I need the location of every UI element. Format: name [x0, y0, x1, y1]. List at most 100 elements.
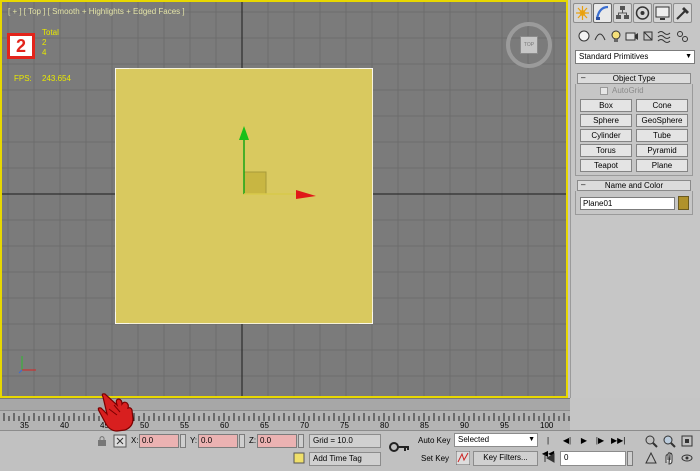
name-color-rollout-header[interactable]: – Name and Color — [577, 180, 691, 191]
torus-button[interactable]: Torus — [580, 144, 632, 157]
status-bar: X: 0.0 Y: 0.0 Z: 0.0 Grid = 10.0 Add Tim… — [0, 430, 700, 471]
hierarchy-icon — [616, 6, 629, 19]
timeline-tick-label: 55 — [180, 421, 189, 430]
object-type-title: Object Type — [612, 74, 656, 83]
display-tab[interactable] — [653, 3, 672, 23]
box-button[interactable]: Box — [580, 99, 632, 112]
checkbox-box — [600, 86, 608, 95]
geosphere-button[interactable]: GeoSphere — [636, 114, 688, 127]
field-of-view-icon[interactable] — [644, 451, 658, 465]
shapes-icon[interactable] — [593, 28, 607, 44]
go-to-start-icon[interactable]: |◀◀ — [541, 434, 555, 458]
geometry-icon[interactable] — [577, 28, 591, 44]
previous-frame-icon[interactable]: ◀| — [560, 434, 574, 448]
create-icon — [576, 6, 589, 20]
zoom-extents-icon[interactable] — [680, 434, 694, 448]
create-tab[interactable] — [573, 3, 592, 23]
timeline-tick-label: 65 — [260, 421, 269, 430]
timeline-tick-label: 60 — [220, 421, 229, 430]
category-dropdown[interactable]: Standard Primitives ▼ — [575, 50, 695, 64]
modify-icon — [595, 5, 609, 20]
x-spinner[interactable] — [180, 434, 186, 448]
dropdown-value: Standard Primitives — [579, 52, 649, 61]
fps-value: 243.654 — [42, 74, 71, 83]
object-type-rollout-header[interactable]: – Object Type — [577, 73, 691, 84]
add-time-tag-button[interactable]: Add Time Tag — [309, 452, 381, 466]
space-warps-icon[interactable] — [657, 28, 671, 44]
frame-spinner[interactable] — [627, 451, 633, 466]
grid-size-display: Grid = 10.0 — [309, 434, 381, 448]
z-coordinate-field[interactable]: 0.0 — [257, 434, 297, 448]
track-bar[interactable]: 35 40 45 50 55 60 65 70 75 80 85 90 95 100 — [0, 410, 570, 430]
move-gizmo[interactable] — [230, 122, 322, 202]
z-label: Z: — [249, 436, 257, 445]
cylinder-button[interactable]: Cylinder — [580, 129, 632, 142]
lights-icon[interactable] — [609, 28, 623, 44]
tube-button[interactable]: Tube — [636, 129, 688, 142]
hierarchy-tab[interactable] — [613, 3, 632, 23]
sphere-button[interactable]: Sphere — [580, 114, 632, 127]
absolute-mode-icon[interactable] — [113, 434, 127, 448]
stats-value-2: 4 — [42, 48, 47, 57]
zoom-icon[interactable] — [644, 434, 658, 448]
key-mode-select[interactable]: Selected ▼ — [454, 433, 538, 447]
fps-label: FPS: — [14, 74, 32, 83]
collapse-icon: – — [581, 180, 586, 189]
timeline-tick-label: 100 — [540, 421, 554, 430]
key-mode-toggle-icon[interactable] — [543, 451, 557, 465]
next-frame-icon[interactable]: |▶ — [593, 434, 607, 448]
plane-button[interactable]: Plane — [636, 159, 688, 172]
x-coordinate-field[interactable]: 0.0 — [139, 434, 179, 448]
set-key-button[interactable]: Set Key — [421, 452, 449, 466]
viewcube-top-face[interactable]: TOP — [520, 36, 538, 54]
collapse-icon: – — [581, 73, 586, 82]
top-viewport[interactable]: [ + ] [ Top ] [ Smooth + Highlights + Ed… — [0, 0, 568, 398]
chevron-down-icon: ▼ — [528, 436, 535, 443]
timeline-tick-label: 35 — [20, 421, 29, 430]
go-to-end-icon[interactable]: ▶▶| — [611, 434, 625, 448]
object-name-field[interactable]: Plane01 — [580, 197, 675, 210]
pan-view-icon[interactable] — [662, 451, 676, 465]
y-label: Y: — [190, 436, 198, 445]
y-coordinate-field[interactable]: 0.0 — [198, 434, 238, 448]
hand-pointer-icon — [97, 393, 134, 432]
timeline-tick-label: 40 — [60, 421, 69, 430]
z-spinner[interactable] — [298, 434, 304, 448]
cameras-icon[interactable] — [625, 28, 639, 44]
key-filters-button[interactable]: Key Filters... — [473, 451, 538, 466]
axis-tripod-icon — [18, 356, 36, 374]
pyramid-button[interactable]: Pyramid — [636, 144, 688, 157]
key-mode-value: Selected — [458, 435, 490, 444]
object-color-swatch[interactable] — [678, 196, 689, 210]
selection-lock-icon[interactable] — [95, 434, 109, 448]
auto-key-button[interactable]: Auto Key — [418, 434, 450, 448]
timeline-tick-label: 70 — [300, 421, 309, 430]
timeline-tick-label: 90 — [460, 421, 469, 430]
viewcube[interactable]: TOP — [506, 22, 552, 68]
timeline-tick-label: 85 — [420, 421, 429, 430]
step-number-badge: 2 — [7, 33, 35, 59]
current-frame-field[interactable]: 0 — [560, 451, 626, 466]
key-icon[interactable] — [389, 440, 411, 454]
stats-value-1: 2 — [42, 38, 47, 47]
motion-tab[interactable] — [633, 3, 652, 23]
play-icon[interactable]: ▶ — [577, 434, 591, 448]
modify-tab[interactable] — [593, 3, 612, 23]
teapot-button[interactable]: Teapot — [580, 159, 632, 172]
3dsmax-window: [ + ] [ Top ] [ Smooth + Highlights + Ed… — [0, 0, 700, 471]
command-panel-tabs — [571, 3, 700, 23]
motion-icon — [635, 6, 650, 20]
utilities-tab[interactable] — [673, 3, 692, 23]
viewport-label[interactable]: [ + ] [ Top ] [ Smooth + Highlights + Ed… — [8, 7, 185, 16]
time-slider[interactable] — [0, 398, 570, 410]
time-tag-icon[interactable] — [292, 451, 306, 465]
helpers-icon[interactable] — [641, 28, 655, 44]
filter-curve-icon[interactable] — [456, 451, 470, 465]
name-color-title: Name and Color — [604, 181, 664, 190]
zoom-all-icon[interactable] — [662, 434, 676, 448]
orbit-icon[interactable] — [680, 451, 694, 465]
systems-icon[interactable] — [675, 28, 689, 44]
create-categories — [575, 28, 699, 46]
cone-button[interactable]: Cone — [636, 99, 688, 112]
y-spinner[interactable] — [239, 434, 245, 448]
